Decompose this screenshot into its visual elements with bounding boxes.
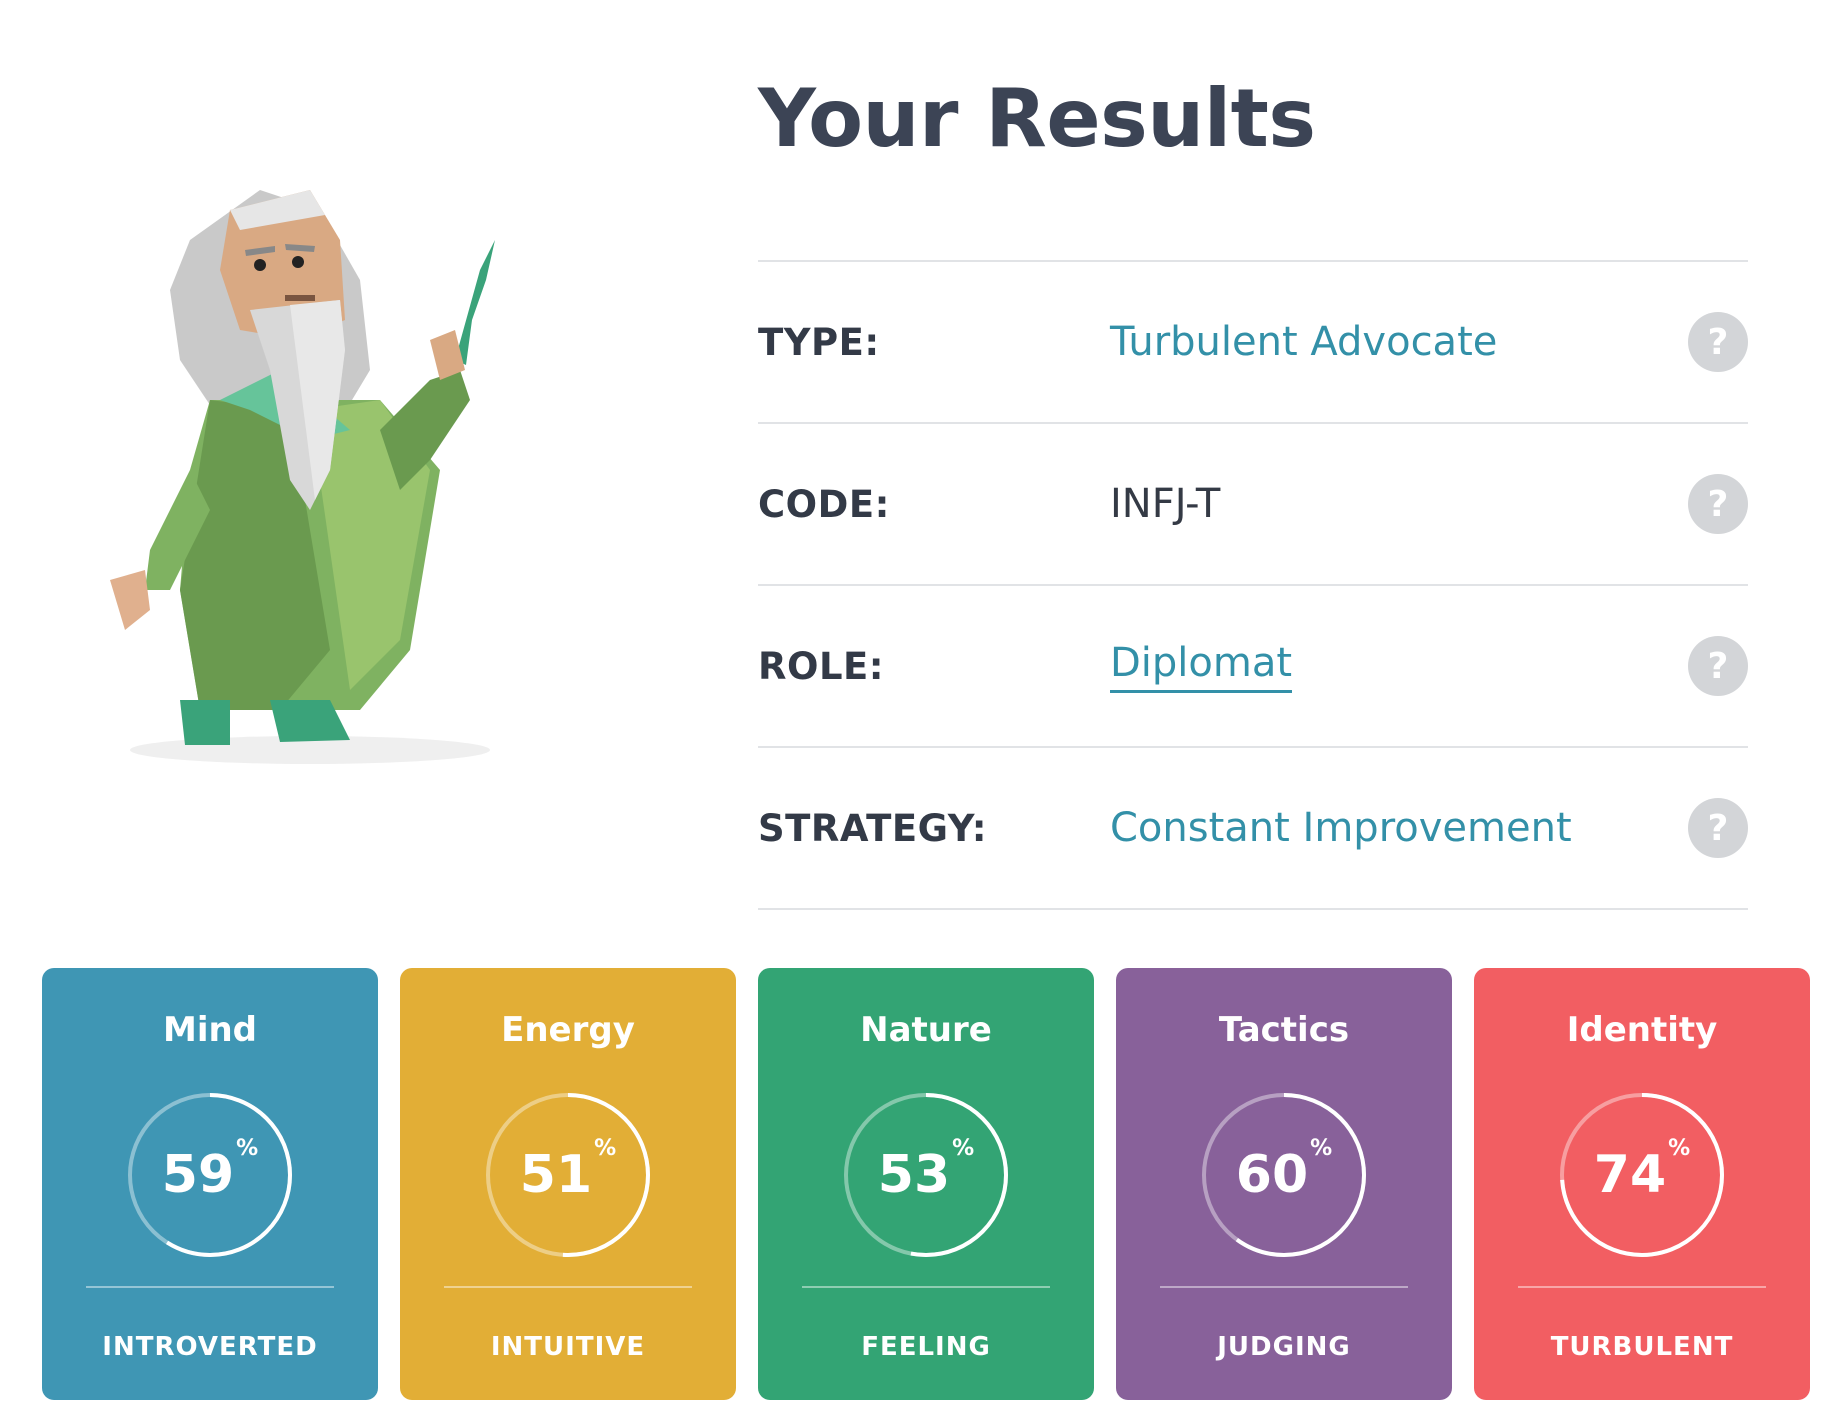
- percent-display: 74 %: [1557, 1090, 1727, 1260]
- percent-sign: %: [594, 1136, 617, 1161]
- trait-name: JUDGING: [1217, 1332, 1351, 1362]
- role-value-link[interactable]: Diplomat: [1110, 640, 1293, 693]
- trait-card-title: Tactics: [1218, 1010, 1350, 1050]
- divider: [1160, 1286, 1408, 1288]
- trait-name: INTUITIVE: [490, 1332, 646, 1362]
- percent-value: 60: [1235, 1145, 1309, 1205]
- percent-value: 53: [877, 1145, 951, 1205]
- trait-card-identity[interactable]: Identity 74 % TURBULENT: [1474, 968, 1810, 1400]
- percent-display: 60 %: [1199, 1090, 1369, 1260]
- trait-card-title: Mind: [162, 1010, 258, 1050]
- trait-card-nature[interactable]: Nature 53 % FEELING: [758, 968, 1094, 1400]
- help-icon[interactable]: ?: [1688, 798, 1748, 858]
- result-row-code: CODE: INFJ-T ?: [758, 424, 1748, 586]
- trait-name: FEELING: [861, 1332, 991, 1362]
- advocate-wizard-illustration: [110, 190, 495, 764]
- page-title: Your Results: [758, 72, 1316, 165]
- trait-name: TURBULENT: [1550, 1332, 1734, 1362]
- divider: [86, 1286, 334, 1288]
- percent-value: 59: [161, 1145, 235, 1205]
- trait-cards: Mind 59 % INTROVERTED Energy 51 % INTUIT…: [42, 968, 1810, 1400]
- percent-display: 53 %: [841, 1090, 1011, 1260]
- divider: [802, 1286, 1050, 1288]
- type-value-link[interactable]: Turbulent Advocate: [1110, 319, 1497, 365]
- result-row-role: ROLE: Diplomat ?: [758, 586, 1748, 748]
- trait-card-title: Energy: [501, 1010, 635, 1050]
- percent-sign: %: [952, 1136, 975, 1161]
- trait-name: INTROVERTED: [102, 1332, 318, 1362]
- results-table: TYPE: Turbulent Advocate ? CODE: INFJ-T …: [758, 260, 1748, 910]
- result-label: TYPE:: [758, 320, 880, 364]
- percent-sign: %: [1310, 1136, 1333, 1161]
- percent-display: 59 %: [125, 1090, 295, 1260]
- help-icon[interactable]: ?: [1688, 636, 1748, 696]
- divider: [1518, 1286, 1766, 1288]
- trait-card-energy[interactable]: Energy 51 % INTUITIVE: [400, 968, 736, 1400]
- percent-display: 51 %: [483, 1090, 653, 1260]
- percent-value: 51: [519, 1145, 593, 1205]
- help-icon[interactable]: ?: [1688, 474, 1748, 534]
- result-label: ROLE:: [758, 644, 885, 688]
- result-row-type: TYPE: Turbulent Advocate ?: [758, 262, 1748, 424]
- trait-card-title: Nature: [860, 1010, 992, 1050]
- result-label: CODE:: [758, 482, 890, 526]
- trait-card-title: Identity: [1566, 1010, 1718, 1050]
- help-icon[interactable]: ?: [1688, 312, 1748, 372]
- result-row-strategy: STRATEGY: Constant Improvement ?: [758, 748, 1748, 910]
- result-label: STRATEGY:: [758, 806, 988, 850]
- trait-card-mind[interactable]: Mind 59 % INTROVERTED: [42, 968, 378, 1400]
- strategy-value-link[interactable]: Constant Improvement: [1110, 805, 1572, 851]
- percent-value: 74: [1593, 1145, 1667, 1205]
- code-value: INFJ-T: [1110, 481, 1221, 527]
- trait-card-tactics[interactable]: Tactics 60 % JUDGING: [1116, 968, 1452, 1400]
- divider: [444, 1286, 692, 1288]
- percent-sign: %: [236, 1136, 259, 1161]
- percent-sign: %: [1668, 1136, 1691, 1161]
